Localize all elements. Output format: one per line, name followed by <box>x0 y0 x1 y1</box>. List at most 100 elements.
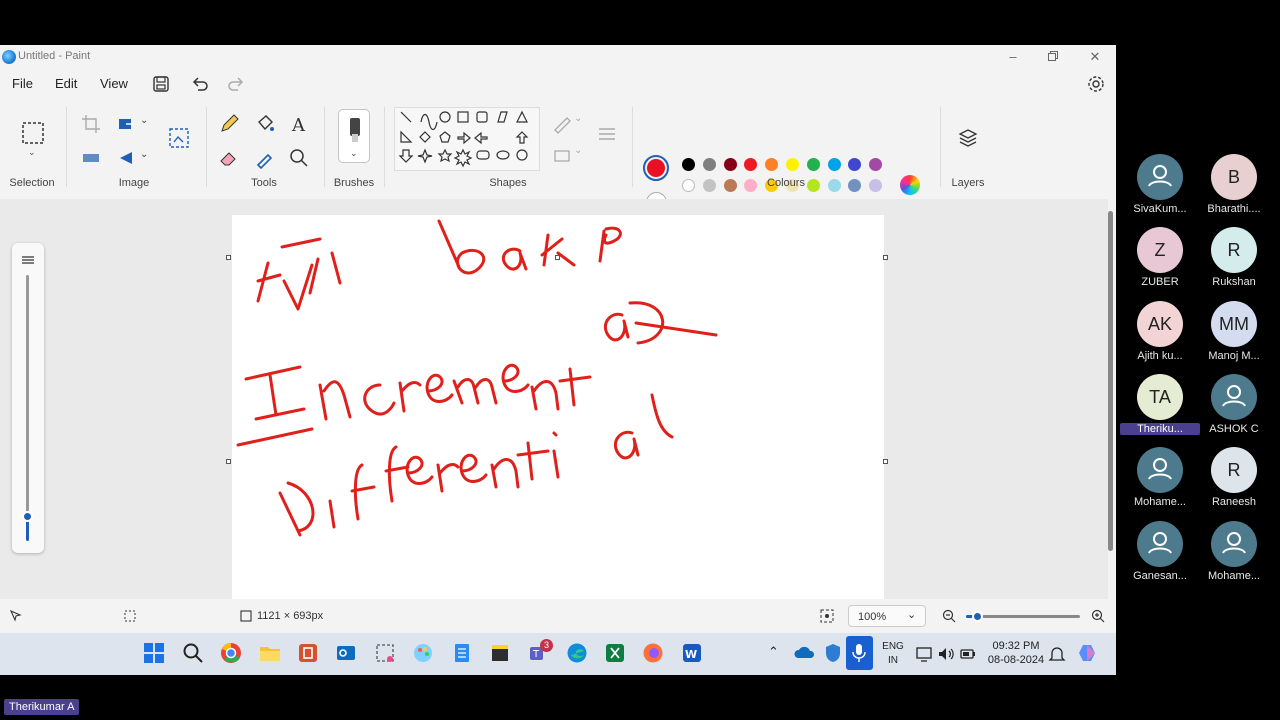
flip-icon[interactable] <box>80 147 102 169</box>
powerpoint-icon[interactable] <box>297 642 319 664</box>
menu-file[interactable]: File <box>12 76 33 91</box>
participant-tile[interactable]: Mohame... <box>1120 447 1200 517</box>
onedrive-icon[interactable] <box>794 642 816 664</box>
color-swatch[interactable] <box>848 179 862 192</box>
shape-size-icon[interactable] <box>596 123 618 145</box>
save-icon[interactable] <box>151 74 171 94</box>
color-swatch[interactable] <box>723 179 737 192</box>
chevron-down-icon[interactable]: ⌄ <box>574 145 582 156</box>
zoom-out-icon[interactable] <box>942 609 956 623</box>
zoom-slider-thumb[interactable] <box>972 611 984 622</box>
fill-bucket-icon[interactable] <box>254 113 276 135</box>
fill-icon[interactable] <box>552 145 574 167</box>
search-icon[interactable] <box>182 642 204 664</box>
pencil-icon[interactable] <box>218 113 240 135</box>
sticky-notes-icon[interactable] <box>489 642 511 664</box>
edit-colours-icon[interactable] <box>900 175 920 195</box>
chevron-down-icon[interactable]: ⌄ <box>140 115 148 126</box>
eraser-icon[interactable] <box>218 147 240 169</box>
participant-tile[interactable]: Ganesan... <box>1120 520 1200 591</box>
word-icon[interactable]: W <box>681 642 703 664</box>
menu-view[interactable]: View <box>100 76 128 91</box>
selection-rect-icon[interactable] <box>21 121 45 145</box>
participant-tile[interactable]: R Rukshan <box>1194 227 1274 297</box>
magnifier-icon[interactable] <box>288 147 310 169</box>
zoom-slider[interactable] <box>966 611 1080 622</box>
maximize-button[interactable] <box>1033 47 1073 67</box>
undo-icon[interactable] <box>190 74 210 94</box>
participant-tile[interactable]: Mohame... <box>1194 520 1274 591</box>
layers-icon[interactable] <box>957 127 979 149</box>
zoom-in-icon[interactable] <box>1091 609 1105 623</box>
snipping-tool-icon[interactable] <box>374 642 396 664</box>
chevron-down-icon[interactable]: ⌄ <box>350 148 358 159</box>
fit-to-window-icon[interactable] <box>820 609 834 623</box>
notepad-icon[interactable] <box>451 642 473 664</box>
paint-icon[interactable] <box>412 642 434 664</box>
resize-handle[interactable] <box>883 459 888 464</box>
rotate-icon[interactable] <box>116 147 138 169</box>
resize-handle[interactable] <box>555 255 560 260</box>
notifications-icon[interactable] <box>1048 645 1066 663</box>
clock-time[interactable]: 09:32 PM <box>984 640 1048 652</box>
redo-icon[interactable] <box>226 74 246 94</box>
menu-edit[interactable]: Edit <box>55 76 77 91</box>
microphone-button[interactable] <box>846 636 873 670</box>
color-swatch[interactable] <box>806 158 820 171</box>
participant-tile[interactable]: Z ZUBER <box>1120 227 1200 297</box>
tray-overflow-icon[interactable]: ⌃ <box>768 644 779 660</box>
image-select-icon[interactable] <box>168 127 190 149</box>
participant-tile[interactable]: B Bharathi.... <box>1194 154 1274 224</box>
edge-icon[interactable] <box>566 642 588 664</box>
file-explorer-icon[interactable] <box>259 642 281 664</box>
chevron-down-icon[interactable]: ⌄ <box>28 147 36 158</box>
resize-handle[interactable] <box>883 255 888 260</box>
copilot-icon[interactable] <box>1077 642 1099 664</box>
participant-tile[interactable]: TA Theriku... <box>1120 373 1200 444</box>
color-swatch[interactable] <box>765 158 779 171</box>
region-indicator[interactable]: IN <box>879 655 907 666</box>
color-swatch[interactable] <box>869 179 883 192</box>
participant-tile[interactable]: SivaKum... <box>1120 154 1200 224</box>
outlook-icon[interactable] <box>335 642 357 664</box>
clock-date[interactable]: 08-08-2024 <box>984 654 1048 666</box>
excel-icon[interactable] <box>604 642 626 664</box>
color-swatch[interactable] <box>848 158 862 171</box>
windows-start-icon[interactable] <box>143 642 165 664</box>
chevron-down-icon[interactable]: ⌄ <box>574 113 582 124</box>
scrollbar-thumb[interactable] <box>1108 211 1113 551</box>
crop-icon[interactable] <box>80 113 102 135</box>
language-indicator[interactable]: ENG <box>879 641 907 652</box>
minimize-button[interactable]: – <box>993 47 1033 67</box>
color-swatch[interactable] <box>723 158 737 171</box>
slider-thumb[interactable] <box>22 511 33 522</box>
zoom-select[interactable]: 100% ⌄ <box>848 605 926 627</box>
color-swatch[interactable] <box>702 158 716 171</box>
brush-size-slider[interactable] <box>12 243 44 553</box>
outline-icon[interactable] <box>552 113 574 135</box>
brushes-button[interactable]: ⌄ <box>338 109 370 163</box>
color-swatch[interactable] <box>827 179 841 192</box>
drawing-canvas[interactable] <box>232 215 884 599</box>
battery-icon[interactable] <box>959 645 977 663</box>
color-swatch[interactable] <box>786 158 799 171</box>
resize-handle[interactable] <box>226 255 231 260</box>
participant-tile[interactable]: MM Manoj M... <box>1194 300 1274 371</box>
color-swatch[interactable] <box>869 158 883 171</box>
color-swatch[interactable] <box>702 179 716 192</box>
shapes-gallery[interactable] <box>394 107 540 171</box>
vertical-scrollbar[interactable] <box>1107 201 1114 595</box>
resize-handle[interactable] <box>226 459 231 464</box>
primary-color-ring[interactable] <box>643 155 669 181</box>
participant-tile[interactable]: AK Ajith ku... <box>1120 300 1200 371</box>
color-swatch[interactable] <box>682 179 695 192</box>
chrome-icon[interactable] <box>220 642 242 664</box>
close-button[interactable]: ✕ <box>1075 47 1115 67</box>
volume-icon[interactable] <box>937 645 955 663</box>
text-icon[interactable]: A <box>288 113 310 135</box>
settings-gear-icon[interactable] <box>1086 74 1106 94</box>
resize-icon[interactable] <box>116 113 138 135</box>
participant-tile[interactable]: R Raneesh <box>1194 447 1274 517</box>
chevron-down-icon[interactable]: ⌄ <box>140 149 148 160</box>
color-swatch[interactable] <box>827 158 841 171</box>
